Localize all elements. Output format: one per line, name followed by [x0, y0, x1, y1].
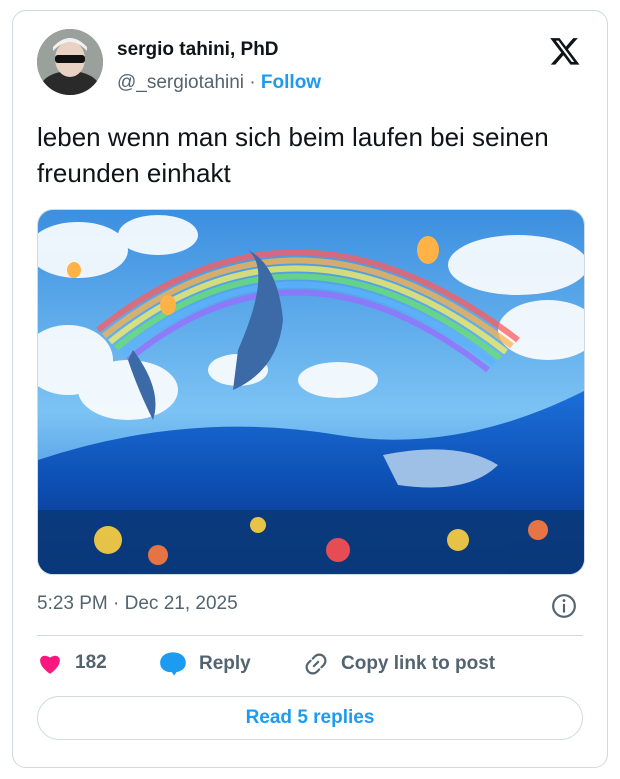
read-replies-label: Read 5 replies [245, 707, 375, 728]
author-handle-row: @_sergiotahini · Follow [117, 72, 321, 94]
link-icon [305, 653, 327, 675]
reply-label: Reply [199, 653, 251, 674]
read-replies-button[interactable]: Read 5 replies [37, 696, 583, 740]
like-button[interactable]: 182 [37, 651, 107, 675]
avatar[interactable] [37, 29, 103, 95]
follow-button[interactable]: Follow [261, 72, 321, 93]
tweet-text: leben wenn man sich beim laufen bei sein… [37, 122, 549, 188]
dolphin-artwork-image [38, 210, 584, 574]
separator: · [249, 72, 256, 93]
author-handle[interactable]: @_sergiotahini [117, 72, 244, 93]
author-display-name[interactable]: sergio tahini, PhD [117, 39, 279, 61]
tweet-timestamp[interactable]: 5:23 PM · Dec 21, 2025 [37, 593, 238, 615]
copy-link-label: Copy link to post [341, 653, 496, 674]
reply-button[interactable]: Reply [159, 651, 251, 677]
tweet-card: sergio tahini, PhD @_sergiotahini · Foll… [12, 10, 608, 768]
avatar-photo-icon [37, 29, 103, 95]
action-bar: 182 Reply Copy link to post [37, 651, 585, 681]
tweet-media[interactable] [37, 209, 585, 575]
info-icon[interactable] [551, 593, 577, 619]
copy-link-button[interactable]: Copy link to post [303, 651, 495, 677]
like-count: 182 [75, 652, 107, 673]
reply-bubble-icon [160, 652, 186, 676]
heart-icon [40, 655, 60, 674]
divider [37, 635, 583, 636]
x-logo-icon[interactable] [549, 35, 581, 67]
